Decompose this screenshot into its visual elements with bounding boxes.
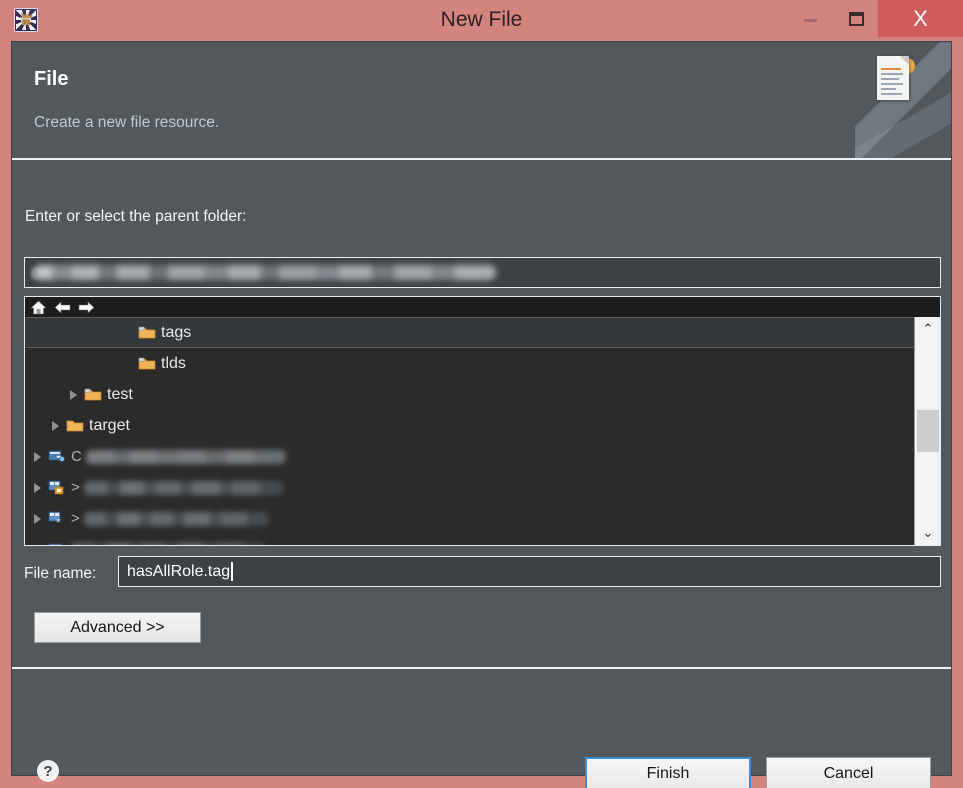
- forward-arrow-icon[interactable]: [78, 300, 95, 315]
- advanced-button[interactable]: Advanced >>: [34, 612, 201, 643]
- tree-vertical-scrollbar[interactable]: ⌃ ⌄: [914, 317, 940, 545]
- scroll-up-icon[interactable]: ⌃: [915, 317, 941, 341]
- tree-row-redacted-label: [83, 480, 284, 495]
- tree-row[interactable]: C: [25, 441, 914, 472]
- back-arrow-icon[interactable]: [54, 300, 71, 315]
- tree-row-prefix: >: [71, 479, 80, 496]
- tree-row[interactable]: tags: [25, 317, 914, 348]
- chevron-right-icon[interactable]: [33, 514, 42, 524]
- tree-row[interactable]: * >: [25, 503, 914, 534]
- tree-row-label: tlds: [161, 354, 186, 372]
- project-web-icon: [48, 542, 66, 545]
- chevron-right-icon[interactable]: [33, 452, 42, 462]
- tree-rows-container: tags tlds test target C > * >: [25, 317, 914, 545]
- folder-plain-icon: [66, 418, 84, 433]
- minimize-button[interactable]: [786, 0, 834, 37]
- tree-row[interactable]: >: [25, 472, 914, 503]
- project-web-icon: [48, 449, 66, 464]
- dialog-header: File Create a new file resource.: [12, 42, 951, 158]
- parent-folder-label: Enter or select the parent folder:: [25, 208, 247, 225]
- text-caret: [231, 562, 233, 581]
- folder-source-icon: [84, 387, 102, 402]
- tree-row[interactable]: target: [25, 410, 914, 441]
- finish-button[interactable]: Finish: [585, 757, 751, 788]
- tree-row[interactable]: [25, 534, 914, 545]
- cancel-button[interactable]: Cancel: [766, 757, 931, 788]
- page-description: Create a new file resource.: [34, 114, 220, 131]
- close-icon: X: [913, 5, 928, 31]
- twisty-placeholder: [123, 328, 132, 337]
- new-file-banner-icon: [855, 42, 951, 158]
- home-icon[interactable]: [30, 300, 47, 315]
- new-file-dialog-window: Java EE IDE New File X File Create a new…: [0, 0, 963, 788]
- close-button[interactable]: X: [878, 0, 963, 37]
- dialog-footer: ? Finish Cancel: [12, 669, 951, 788]
- dialog-content: Enter or select the parent folder: C: [12, 160, 951, 667]
- tree-row-label: tags: [161, 323, 192, 341]
- minimize-icon: [803, 19, 817, 22]
- dialog-body: File Create a new file resource. Enter o…: [11, 41, 952, 788]
- help-icon[interactable]: ?: [37, 760, 59, 782]
- tree-row[interactable]: tlds: [25, 348, 914, 379]
- tree-row-label: target: [89, 416, 130, 434]
- chevron-right-icon[interactable]: [69, 390, 78, 400]
- tree-row-label: test: [107, 385, 133, 403]
- title-bar: Java EE IDE New File X: [0, 0, 963, 38]
- tree-row[interactable]: test: [25, 379, 914, 410]
- document-icon: [877, 56, 909, 100]
- folder-tree[interactable]: tags tlds test target C > * > ⌃ ⌄: [24, 296, 941, 546]
- project-maven-icon: [48, 480, 66, 495]
- twisty-placeholder: [123, 359, 132, 368]
- tree-row-redacted-label: [85, 449, 286, 464]
- tree-row-redacted-label: [71, 542, 266, 545]
- project-star-icon: *: [48, 511, 66, 528]
- page-title: File: [34, 68, 69, 90]
- chevron-right-icon[interactable]: [33, 483, 42, 493]
- maximize-icon: [848, 11, 864, 26]
- svg-text:*: *: [56, 518, 61, 526]
- file-name-value: hasAllRole.tag: [127, 562, 231, 580]
- folder-source-icon: [138, 356, 156, 371]
- scrollbar-thumb[interactable]: [917, 410, 939, 452]
- maximize-button[interactable]: [834, 0, 878, 37]
- parent-folder-redacted-value: [34, 265, 496, 280]
- parent-folder-input[interactable]: C: [24, 257, 941, 288]
- tree-toolbar: [25, 297, 940, 317]
- file-name-input[interactable]: hasAllRole.tag: [118, 556, 941, 587]
- file-name-label: File name:: [24, 565, 97, 582]
- scroll-down-icon[interactable]: ⌄: [915, 521, 941, 545]
- tree-row-prefix: >: [71, 510, 80, 527]
- chevron-right-icon[interactable]: [51, 421, 60, 431]
- folder-source-icon: [138, 325, 156, 340]
- tree-row-redacted-label: [83, 511, 269, 526]
- tree-row-prefix: C: [71, 448, 82, 465]
